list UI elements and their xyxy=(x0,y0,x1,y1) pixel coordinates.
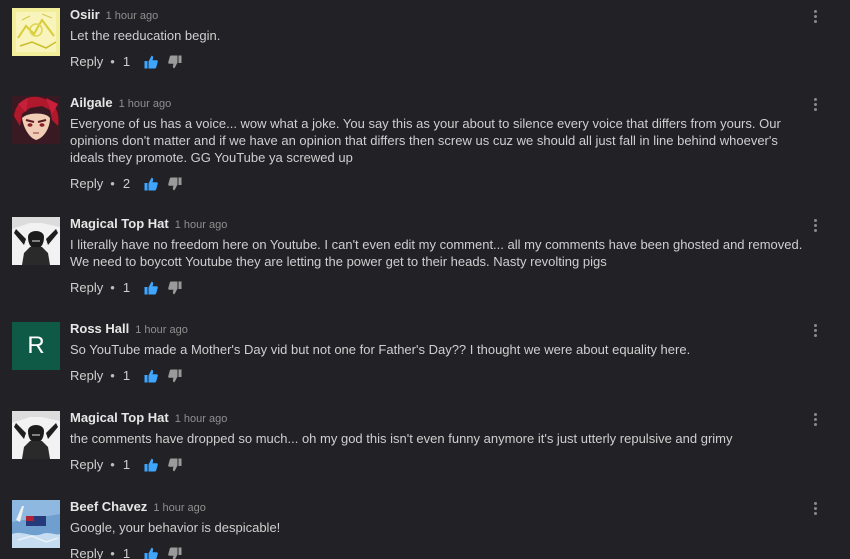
comment-header: Magical Top Hat 1 hour ago xyxy=(70,409,810,427)
comment-text: the comments have dropped so much... oh … xyxy=(70,431,733,446)
comment-header: Magical Top Hat 1 hour ago xyxy=(70,215,810,233)
comment-text: So YouTube made a Mother's Day vid but n… xyxy=(70,342,691,357)
like-count: 1 xyxy=(122,457,131,472)
separator-dot: • xyxy=(110,176,115,191)
more-vertical-icon[interactable] xyxy=(808,92,824,114)
comment-list: Osiir 1 hour ago Let the reeducation begi… xyxy=(0,0,850,559)
avatar-image xyxy=(12,217,60,265)
more-vertical-icon[interactable] xyxy=(808,407,824,429)
comment-text: I literally have no freedom here on Yout… xyxy=(70,237,803,269)
thumbs-down-icon[interactable] xyxy=(168,458,182,472)
separator-dot: • xyxy=(110,280,115,295)
avatar[interactable] xyxy=(12,217,60,265)
separator-dot: • xyxy=(110,54,115,69)
more-vertical-icon[interactable] xyxy=(808,318,824,340)
thumbs-up-icon[interactable] xyxy=(144,458,158,472)
like-count: 2 xyxy=(122,176,131,191)
more-vertical-icon[interactable] xyxy=(808,496,824,518)
avatar[interactable]: R xyxy=(12,322,60,370)
separator-dot: • xyxy=(110,546,115,559)
separator-dot: • xyxy=(110,368,115,383)
avatar-image xyxy=(12,411,60,459)
author-name[interactable]: Magical Top Hat xyxy=(70,410,169,425)
avatar[interactable] xyxy=(12,500,60,548)
comment-body: Beef Chavez 1 hour ago Google, your behav… xyxy=(70,498,810,559)
more-vertical-icon[interactable] xyxy=(808,4,824,26)
separator-dot: • xyxy=(110,457,115,472)
avatar-letter: R xyxy=(12,322,60,370)
comment-header: Osiir 1 hour ago xyxy=(70,6,810,24)
comment-body: Ailgale 1 hour ago Everyone of us has a v… xyxy=(70,94,810,193)
timestamp[interactable]: 1 hour ago xyxy=(153,502,206,514)
comment-body: Ross Hall 1 hour ago So YouTube made a Mo… xyxy=(70,320,810,385)
comment-actions: Reply • 1 xyxy=(70,279,810,297)
author-name[interactable]: Ailgale xyxy=(70,95,113,110)
author-name[interactable]: Beef Chavez xyxy=(70,499,147,514)
reply-button[interactable]: Reply xyxy=(70,53,103,71)
avatar[interactable] xyxy=(12,8,60,56)
thumbs-down-icon[interactable] xyxy=(168,547,182,559)
thumbs-up-icon[interactable] xyxy=(144,55,158,69)
thumbs-down-icon[interactable] xyxy=(168,281,182,295)
comment-actions: Reply • 1 xyxy=(70,53,810,71)
timestamp[interactable]: 1 hour ago xyxy=(175,413,228,425)
reply-button[interactable]: Reply xyxy=(70,175,103,193)
timestamp[interactable]: 1 hour ago xyxy=(135,324,188,336)
reply-button[interactable]: Reply xyxy=(70,545,103,559)
thumbs-up-icon[interactable] xyxy=(144,547,158,559)
like-count: 1 xyxy=(122,280,131,295)
comment-actions: Reply • 2 xyxy=(70,175,810,193)
comment-body: Magical Top Hat 1 hour ago I literally ha… xyxy=(70,215,810,297)
comment-body: Osiir 1 hour ago Let the reeducation begi… xyxy=(70,6,810,71)
comment-header: Ross Hall 1 hour ago xyxy=(70,320,810,338)
avatar[interactable] xyxy=(12,96,60,144)
comment-body: Magical Top Hat 1 hour ago the comments h… xyxy=(70,409,810,474)
author-name[interactable]: Ross Hall xyxy=(70,321,129,336)
like-count: 1 xyxy=(122,546,131,559)
more-vertical-icon[interactable] xyxy=(808,213,824,235)
author-name[interactable]: Magical Top Hat xyxy=(70,216,169,231)
thumbs-down-icon[interactable] xyxy=(168,55,182,69)
avatar-image xyxy=(12,500,60,548)
timestamp[interactable]: 1 hour ago xyxy=(119,98,172,110)
avatar-image xyxy=(12,8,60,56)
thumbs-up-icon[interactable] xyxy=(144,281,158,295)
comment-header: Beef Chavez 1 hour ago xyxy=(70,498,810,516)
comment-actions: Reply • 1 xyxy=(70,456,810,474)
comment-header: Ailgale 1 hour ago xyxy=(70,94,810,112)
comment-actions: Reply • 1 xyxy=(70,367,810,385)
like-count: 1 xyxy=(122,368,131,383)
author-name[interactable]: Osiir xyxy=(70,7,100,22)
thumbs-down-icon[interactable] xyxy=(168,369,182,383)
thumbs-up-icon[interactable] xyxy=(144,369,158,383)
reply-button[interactable]: Reply xyxy=(70,279,103,297)
timestamp[interactable]: 1 hour ago xyxy=(175,219,228,231)
timestamp[interactable]: 1 hour ago xyxy=(106,10,159,22)
comment-text: Let the reeducation begin. xyxy=(70,28,221,43)
reply-button[interactable]: Reply xyxy=(70,456,103,474)
avatar[interactable] xyxy=(12,411,60,459)
reply-button[interactable]: Reply xyxy=(70,367,103,385)
comment-text: Everyone of us has a voice... wow what a… xyxy=(70,116,781,165)
comment-actions: Reply • 1 xyxy=(70,545,810,559)
thumbs-up-icon[interactable] xyxy=(144,177,158,191)
thumbs-down-icon[interactable] xyxy=(168,177,182,191)
avatar-image xyxy=(12,96,60,144)
comment-text: Google, your behavior is despicable! xyxy=(70,520,281,535)
like-count: 1 xyxy=(122,54,131,69)
